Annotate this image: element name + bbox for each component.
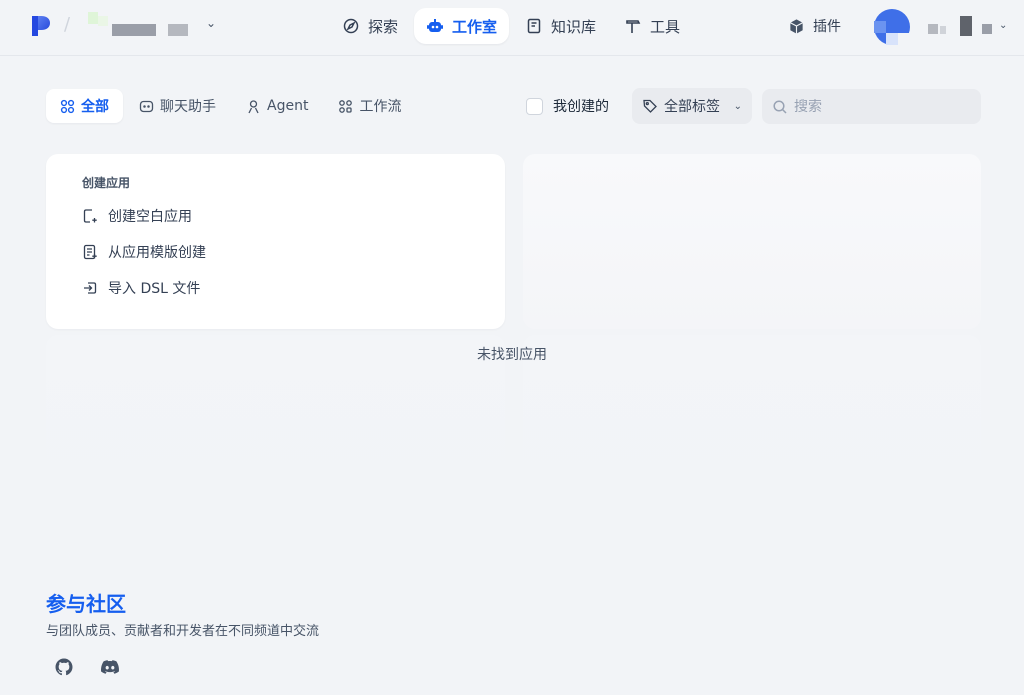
chevron-down-icon[interactable]: ⌄ (206, 16, 216, 30)
nav-studio[interactable]: 工作室 (414, 8, 510, 44)
create-blank-app-button[interactable]: 创建空白应用 (82, 201, 505, 231)
grid-icon (60, 99, 75, 113)
main-nav: 探索 工作室 知识库 工具 (330, 8, 692, 44)
app-type-tabs: 全部 聊天助手 Agent 工作流 (46, 89, 415, 123)
plugins-button[interactable]: 插件 (788, 12, 841, 40)
new-file-icon (83, 209, 97, 223)
nav-label: 探索 (368, 17, 399, 36)
tab-label: Agent (267, 98, 309, 114)
nav-explore[interactable]: 探索 (330, 8, 410, 44)
tab-all[interactable]: 全部 (46, 89, 123, 123)
tab-agent[interactable]: Agent (232, 89, 322, 123)
community-description: 与团队成员、贡献者和开发者在不同频道中交流 (46, 624, 320, 639)
top-header: / ⌄ 探索 工作室 知识库 工具 插件 ⌄ (0, 0, 1024, 56)
tab-label: 聊天助手 (160, 99, 216, 115)
placeholder-card (523, 154, 981, 329)
tags-filter-label: 全部标签 (664, 99, 720, 115)
nav-label: 知识库 (551, 17, 597, 36)
created-by-me-checkbox[interactable] (526, 97, 543, 115)
discord-icon[interactable] (100, 657, 120, 677)
robot-icon (427, 19, 444, 32)
tags-filter-dropdown[interactable]: 全部标签 ⌄ (632, 88, 752, 124)
community-title: 参与社区 (46, 592, 126, 616)
create-from-template-button[interactable]: 从应用模版创建 (82, 237, 505, 267)
app-logo[interactable] (30, 14, 52, 38)
created-by-me-label: 我创建的 (553, 99, 609, 115)
nav-tools[interactable]: 工具 (612, 8, 692, 44)
template-icon (83, 244, 97, 260)
chevron-down-icon: ⌄ (733, 100, 742, 112)
create-item-label: 导入 DSL 文件 (108, 281, 201, 297)
created-by-me-filter[interactable]: 我创建的 (526, 96, 609, 116)
tab-workflow[interactable]: 工作流 (324, 89, 415, 123)
username-redacted[interactable] (922, 16, 1002, 38)
empty-state-text: 未找到应用 (477, 347, 547, 363)
search-icon (773, 99, 787, 114)
workflow-icon (339, 99, 353, 113)
nav-label: 工作室 (452, 17, 498, 36)
chevron-down-icon[interactable]: ⌄ (999, 20, 1007, 31)
create-app-title: 创建应用 (82, 176, 131, 190)
import-dsl-button[interactable]: 导入 DSL 文件 (82, 273, 505, 303)
agent-icon (248, 99, 259, 113)
breadcrumb-separator: / (64, 14, 71, 35)
tag-icon (643, 99, 657, 113)
workspace-name-redacted[interactable] (84, 12, 190, 40)
search-box[interactable] (762, 89, 981, 124)
avatar[interactable] (874, 9, 910, 45)
compass-icon (343, 18, 359, 34)
community-links (54, 657, 120, 677)
nav-knowledge[interactable]: 知识库 (513, 8, 608, 44)
create-app-card: 创建应用 创建空白应用 从应用模版创建 导入 DSL 文件 (46, 154, 505, 329)
nav-label: 工具 (650, 17, 681, 36)
plugins-label: 插件 (813, 19, 841, 35)
hammer-icon (626, 20, 641, 33)
create-item-label: 创建空白应用 (108, 209, 192, 225)
book-icon (527, 18, 541, 34)
chat-icon (139, 100, 154, 112)
create-item-label: 从应用模版创建 (108, 245, 206, 261)
search-input[interactable] (794, 98, 971, 115)
tab-chat-assistant[interactable]: 聊天助手 (125, 89, 230, 123)
tab-label: 工作流 (359, 99, 402, 115)
github-icon[interactable] (54, 657, 74, 677)
tab-label: 全部 (81, 99, 109, 115)
import-icon (84, 282, 97, 294)
cube-icon (790, 18, 803, 34)
